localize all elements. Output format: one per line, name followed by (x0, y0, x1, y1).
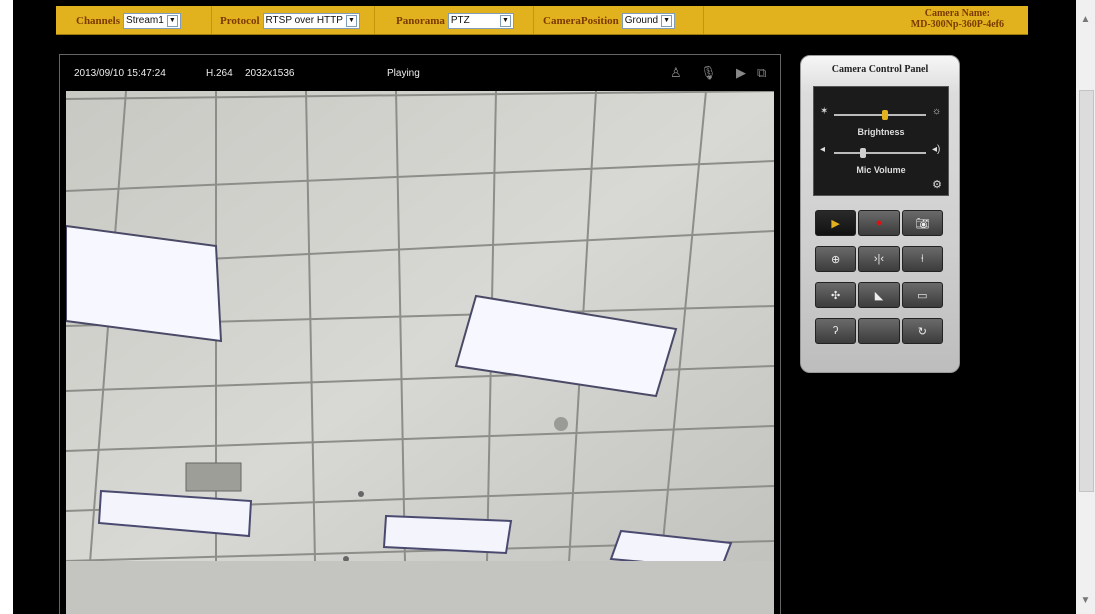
corner-icon: ◣ (874, 289, 884, 302)
viewer-frame: Channels Stream1 ▼ Protocol RTSP over HT… (13, 0, 1076, 614)
chevron-down-icon: ▼ (166, 15, 178, 27)
scroll-up-icon[interactable]: ▲ (1076, 14, 1095, 25)
panorama-label: Panorama (396, 15, 445, 27)
protocol-value: RTSP over HTTP (265, 15, 343, 26)
brightness-slider[interactable]: ✶ ☼ (820, 106, 942, 121)
move-button[interactable]: ✣ (815, 282, 857, 308)
mic-volume-slider[interactable]: ◂ ◂) (820, 144, 942, 159)
video-resolution: 2032x1536 (245, 68, 295, 79)
view-button-row: ✣ ◣ ▭ (815, 282, 943, 308)
zoom-in-icon: ⊕ (831, 253, 841, 266)
sun-high-icon: ☼ (932, 106, 942, 117)
scroll-down-icon[interactable]: ▼ (1076, 595, 1095, 606)
rectangle-icon: ▭ (917, 289, 928, 302)
fullscreen-icon[interactable]: ⧉ (757, 65, 766, 81)
scrollbar-thumb[interactable] (1079, 90, 1094, 492)
playback-button-row: ▶ ● 📷︎ (815, 210, 943, 236)
fit-horizontal-icon: ›|‹ (873, 253, 885, 265)
page-margin (0, 0, 13, 614)
toolbar-divider (211, 6, 212, 34)
ceiling-video-frame (66, 91, 774, 614)
brightness-label: Brightness (857, 127, 905, 137)
control-panel-title: Camera Control Panel (831, 64, 929, 75)
vertical-scrollbar[interactable]: ▲ ▼ (1076, 0, 1095, 614)
toolbar-divider (703, 6, 704, 34)
sun-low-icon: ✶ (820, 106, 829, 117)
listen-button[interactable]: ʔ (815, 318, 857, 344)
snapshot-button[interactable]: 📷︎ (901, 210, 943, 236)
rectangle-view-button[interactable]: ▭ (901, 282, 943, 308)
blank-button[interactable] (858, 318, 900, 344)
top-toolbar: Channels Stream1 ▼ Protocol RTSP over HT… (56, 6, 1028, 35)
video-timestamp: 2013/09/10 15:47:24 (74, 68, 166, 79)
camera-name-label: Camera Name: (924, 8, 990, 19)
rotate-icon: ↻ (917, 325, 927, 338)
person-icon[interactable]: ♙ (670, 65, 682, 81)
panorama-value: PTZ (450, 15, 470, 26)
toolbar-divider (374, 6, 375, 34)
channel-select[interactable]: Stream1 ▼ (123, 13, 181, 29)
camera-name-value: MD-300Np-360P-4ef6 (910, 19, 1004, 30)
video-state: Playing (387, 68, 420, 79)
zoom-button-row: ⊕ ›|‹ ⍿ (815, 246, 943, 272)
chevron-down-icon: ▼ (661, 15, 673, 27)
zoom-button[interactable]: ⊕ (815, 246, 857, 272)
record-icon: ● (875, 217, 883, 229)
record-button[interactable]: ● (858, 210, 900, 236)
brightness-knob[interactable] (881, 110, 888, 120)
play-icon: ▶ (831, 217, 840, 230)
camera-name: Camera Name: MD-300Np-360P-4ef6 (911, 8, 1004, 30)
mic-volume-label: Mic Volume (856, 165, 906, 175)
channel-label: Channels (76, 15, 121, 27)
fit-vertical-button[interactable]: ⍿ (901, 246, 943, 272)
camera-position-select[interactable]: Ground ▼ (621, 13, 676, 29)
adjustment-sliders: ✶ ☼ Brightness ◂ ◂) Mic Volume ⚙ (813, 86, 949, 196)
fit-vertical-icon: ⍿ (920, 252, 924, 265)
protocol-select[interactable]: RTSP over HTTP ▼ (262, 13, 360, 29)
channel-value: Stream1 (126, 15, 164, 26)
camera-position-value: Ground (624, 15, 659, 26)
chevron-down-icon: ▼ (345, 15, 357, 27)
camera-position-label: CameraPosition (543, 15, 619, 27)
rotate-button[interactable]: ↻ (901, 318, 943, 344)
ear-icon: ʔ (832, 325, 839, 337)
audio-button-row: ʔ ↻ (815, 318, 943, 344)
chevron-down-icon: ▼ (499, 15, 511, 27)
fit-horizontal-button[interactable]: ›|‹ (858, 246, 900, 272)
toolbar-divider (533, 6, 534, 34)
microphone-icon[interactable]: 🎙︎ (700, 65, 717, 81)
video-stream[interactable] (66, 91, 774, 614)
camera-control-panel: Camera Control Panel ✶ ☼ Brightness ◂ ◂)… (800, 55, 960, 373)
mic-volume-knob[interactable] (860, 148, 867, 158)
camera-icon: 📷︎ (915, 217, 930, 230)
protocol-label: Protocol (220, 15, 260, 27)
video-panel: 2013/09/10 15:47:24 H.264 2032x1536 Play… (59, 54, 781, 614)
video-codec: H.264 (206, 68, 233, 79)
play-icon[interactable]: ▶ (736, 65, 746, 81)
speaker-high-icon: ◂) (932, 144, 941, 155)
gear-icon[interactable]: ⚙ (932, 178, 942, 191)
play-button[interactable]: ▶ (815, 210, 857, 236)
video-status-bar: 2013/09/10 15:47:24 H.264 2032x1536 Play… (60, 55, 780, 91)
brightness-track (834, 110, 926, 120)
speaker-low-icon: ◂ (820, 144, 826, 155)
corner-view-button[interactable]: ◣ (858, 282, 900, 308)
move-icon: ✣ (831, 289, 841, 302)
mic-volume-track (834, 148, 926, 158)
panorama-select[interactable]: PTZ ▼ (447, 13, 514, 29)
